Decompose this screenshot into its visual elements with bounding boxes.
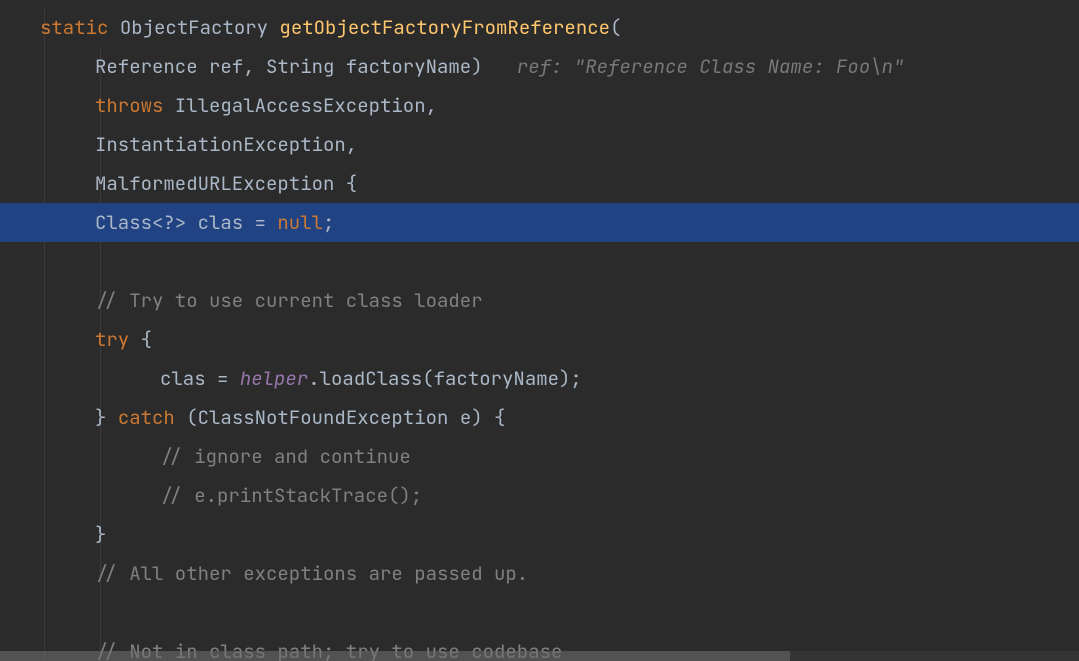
code-line[interactable]: // e.printStackTrace();: [0, 476, 1079, 515]
horizontal-scrollbar-track[interactable]: [0, 651, 1079, 661]
brace: {: [129, 327, 152, 352]
code-line[interactable]: static ObjectFactory getObjectFactoryFro…: [0, 8, 1079, 47]
exception-name: IllegalAccessException,: [163, 93, 437, 118]
assignment: clas =: [160, 366, 240, 391]
brace: }: [95, 405, 118, 430]
code-line-current[interactable]: Class<?> clas = null;: [0, 203, 1079, 242]
exception-name: InstantiationException,: [95, 132, 357, 157]
comment: // e.printStackTrace();: [160, 483, 422, 508]
method-name: getObjectFactoryFromReference: [279, 15, 610, 40]
code-line[interactable]: throws IllegalAccessException,: [0, 86, 1079, 125]
code-line[interactable]: // All other exceptions are passed up.: [0, 554, 1079, 593]
comment: // ignore and continue: [160, 444, 411, 469]
method-call: .loadClass(factoryName);: [308, 366, 582, 391]
keyword-try: try: [95, 327, 129, 352]
inlay-hint-label: ref:: [517, 54, 574, 79]
code-line[interactable]: InstantiationException,: [0, 125, 1079, 164]
null-literal: null: [277, 210, 323, 235]
var-declaration: Class<?> clas =: [95, 210, 277, 235]
exception-name: MalformedURLException {: [95, 171, 357, 196]
code-line-empty[interactable]: [0, 242, 1079, 281]
field-ref: helper: [240, 366, 308, 391]
paren-open: (: [610, 15, 621, 40]
semicolon: ;: [323, 210, 334, 235]
keyword-static: static: [40, 15, 108, 40]
param-list: Reference ref, String factoryName): [95, 54, 483, 79]
keyword-catch: catch: [118, 405, 175, 430]
code-editor[interactable]: static ObjectFactory getObjectFactoryFro…: [0, 0, 1079, 661]
code-line-empty[interactable]: [0, 593, 1079, 632]
keyword-throws: throws: [95, 93, 163, 118]
comment: // All other exceptions are passed up.: [95, 561, 528, 586]
code-line[interactable]: MalformedURLException {: [0, 164, 1079, 203]
return-type: ObjectFactory: [120, 15, 268, 40]
code-line[interactable]: // ignore and continue: [0, 437, 1079, 476]
comment: // Try to use current class loader: [95, 288, 483, 313]
code-line[interactable]: } catch (ClassNotFoundException e) {: [0, 398, 1079, 437]
code-line[interactable]: }: [0, 515, 1079, 554]
brace: }: [95, 522, 106, 547]
horizontal-scrollbar-thumb[interactable]: [0, 651, 790, 661]
code-line[interactable]: try {: [0, 320, 1079, 359]
code-line[interactable]: clas = helper.loadClass(factoryName);: [0, 359, 1079, 398]
catch-clause: (ClassNotFoundException e) {: [175, 405, 506, 430]
code-line[interactable]: Reference ref, String factoryName) ref: …: [0, 47, 1079, 86]
inlay-hint-value: "Reference Class Name: Foo\n": [574, 54, 905, 79]
code-line[interactable]: // Try to use current class loader: [0, 281, 1079, 320]
